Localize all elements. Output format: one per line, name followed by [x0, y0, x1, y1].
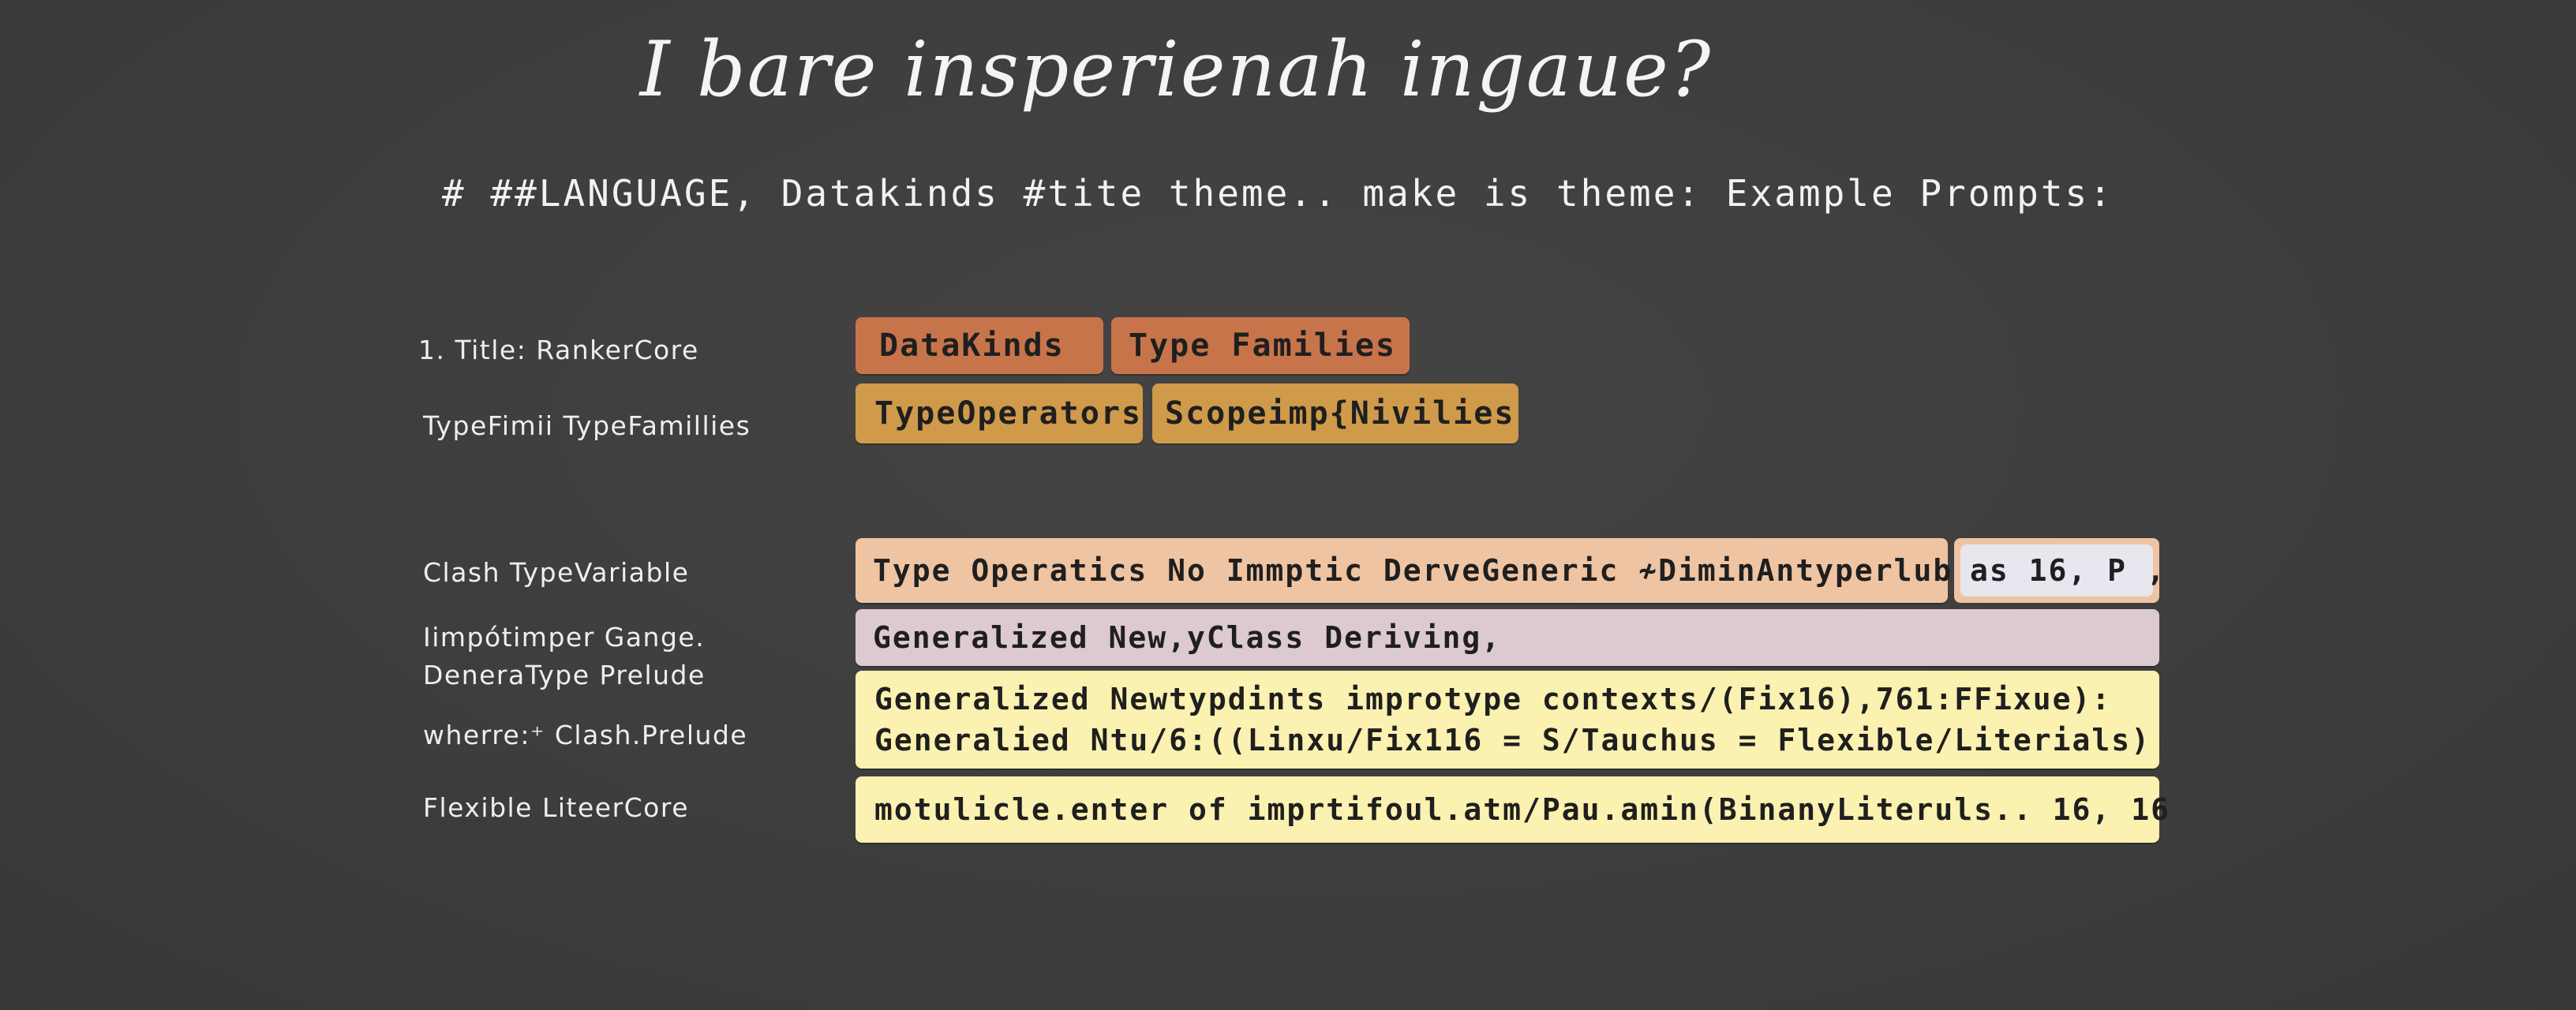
label-deneratype-prelude: DeneraType Prelude	[423, 660, 706, 690]
page-subtitle: # ##LANGUAGE, Datakinds #tite theme.. ma…	[442, 172, 2114, 215]
label-impotimper-gange: Iimpótimper Gange.	[423, 622, 706, 653]
label-clash-typevariable: Clash TypeVariable	[423, 557, 690, 588]
chip-type-families[interactable]: Type Families	[1111, 317, 1410, 374]
chip-type-operatics[interactable]: Type Operatics No Immptic DerveGeneric ≁…	[856, 538, 1990, 603]
label-clash-prelude: wherre:⁺ Clash.Prelude	[423, 720, 748, 750]
label-title-rankercore: 1. Title: RankerCore	[418, 335, 699, 365]
chip-datakinds[interactable]: DataKinds	[856, 317, 1103, 374]
chip-generalized-new[interactable]: Generalized New,yClass Deriving,	[856, 609, 2159, 666]
chip-generalized-line-2: Generalied Ntu/6:((Linxu/Fix116 = S/Tauc…	[874, 723, 2151, 758]
chip-generalized-line-1: Generalized Newtypdints improtype contex…	[874, 682, 2112, 716]
chip-as16[interactable]: as 16, P ,	[1960, 544, 2165, 597]
label-typefamilies: TypeFimii TypeFamillies	[423, 410, 751, 441]
chip-scope[interactable]: Scopeimp{Nivilies	[1152, 383, 1518, 443]
chip-generalized-contexts[interactable]: Generalized Newtypdints improtype contex…	[856, 671, 2159, 769]
chip-as16-frame: as 16, P ,	[1954, 538, 2165, 603]
chip-type-operators[interactable]: TypeOperators	[856, 383, 1143, 443]
label-flexible-liteercore: Flexible LiteerCore	[423, 792, 690, 823]
page-title: I bare insperienah ingaue?	[639, 25, 1713, 114]
chip-motulicle[interactable]: motulicle.enter of imprtifoul.atm/Pau.am…	[856, 776, 2169, 843]
